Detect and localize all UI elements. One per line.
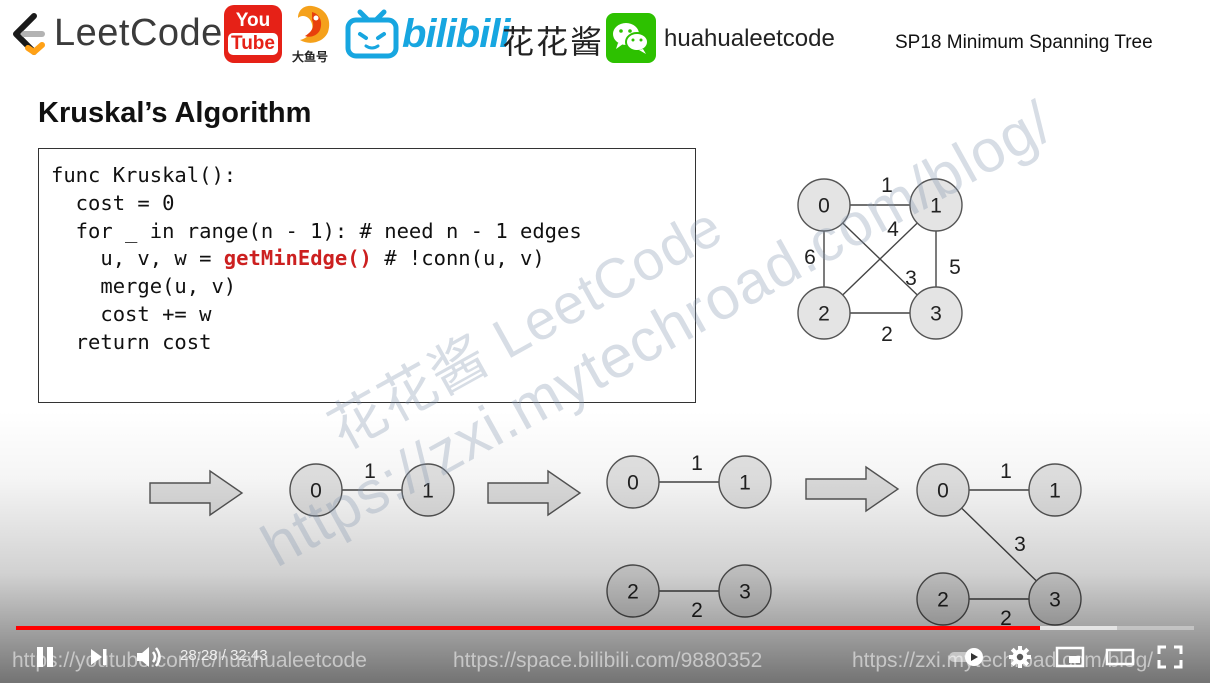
step-arrow: [805, 465, 900, 513]
node-label: 2: [627, 581, 639, 604]
step-arrow: [487, 469, 582, 517]
current-time: 28:28: [180, 647, 218, 664]
node-label: 0: [310, 480, 322, 503]
kruskal-steps-diagram: 10 1120 12 31320 12 3: [149, 452, 1082, 630]
graph-group: 1 2 0 1 2 3: [606, 452, 772, 622]
arrow-right-icon: [149, 469, 244, 517]
fullscreen-icon: [1157, 645, 1183, 669]
miniplayer-button[interactable]: [1052, 640, 1088, 674]
settings-gear-icon: [1009, 646, 1031, 668]
theater-mode-icon: [1105, 648, 1135, 666]
video-player[interactable]: LeetCode You Tube 大鱼号 bilibili 花花酱 huahu…: [0, 0, 1210, 683]
node-label: 1: [1049, 480, 1061, 503]
next-button[interactable]: [84, 640, 114, 674]
arrow-right-icon: [805, 465, 900, 513]
autoplay-toggle-icon: [949, 648, 983, 666]
step-arrow: [149, 469, 244, 517]
node-label: 0: [627, 472, 639, 495]
footer-url-bilibili: https://space.bilibili.com/9880352: [453, 649, 763, 672]
settings-button[interactable]: [1004, 640, 1036, 674]
node-label: 1: [422, 480, 434, 503]
node-label: 0: [937, 480, 949, 503]
node-label: 2: [937, 589, 949, 612]
volume-button[interactable]: [132, 640, 166, 674]
total-time: 32:43: [230, 647, 268, 664]
graph-group: 1 0 1: [289, 460, 455, 517]
miniplayer-icon: [1055, 646, 1085, 668]
edge-weight-label: 1: [1000, 460, 1012, 483]
edge-weight-label: 2: [691, 599, 703, 622]
pause-icon: [37, 647, 53, 667]
edge-weight-label: 1: [691, 452, 703, 475]
pause-button[interactable]: [28, 640, 62, 674]
autoplay-toggle[interactable]: [946, 640, 988, 674]
arrow-right-icon: [487, 469, 582, 517]
next-icon: [91, 649, 107, 665]
graph-group: 1320 12 3: [916, 460, 1082, 630]
node-label: 3: [739, 581, 751, 604]
progress-played: [16, 626, 1040, 630]
node-label: 1: [739, 472, 751, 495]
progress-bar[interactable]: [16, 626, 1194, 630]
node-label: 3: [1049, 589, 1061, 612]
edge-weight-label: 1: [364, 460, 376, 483]
edge-weight-label: 3: [1014, 533, 1026, 556]
theater-mode-button[interactable]: [1102, 640, 1138, 674]
time-separator: /: [217, 647, 231, 664]
time-display: 28:28 / 32:43: [180, 647, 268, 664]
volume-icon: [137, 647, 161, 667]
fullscreen-button[interactable]: [1152, 640, 1188, 674]
